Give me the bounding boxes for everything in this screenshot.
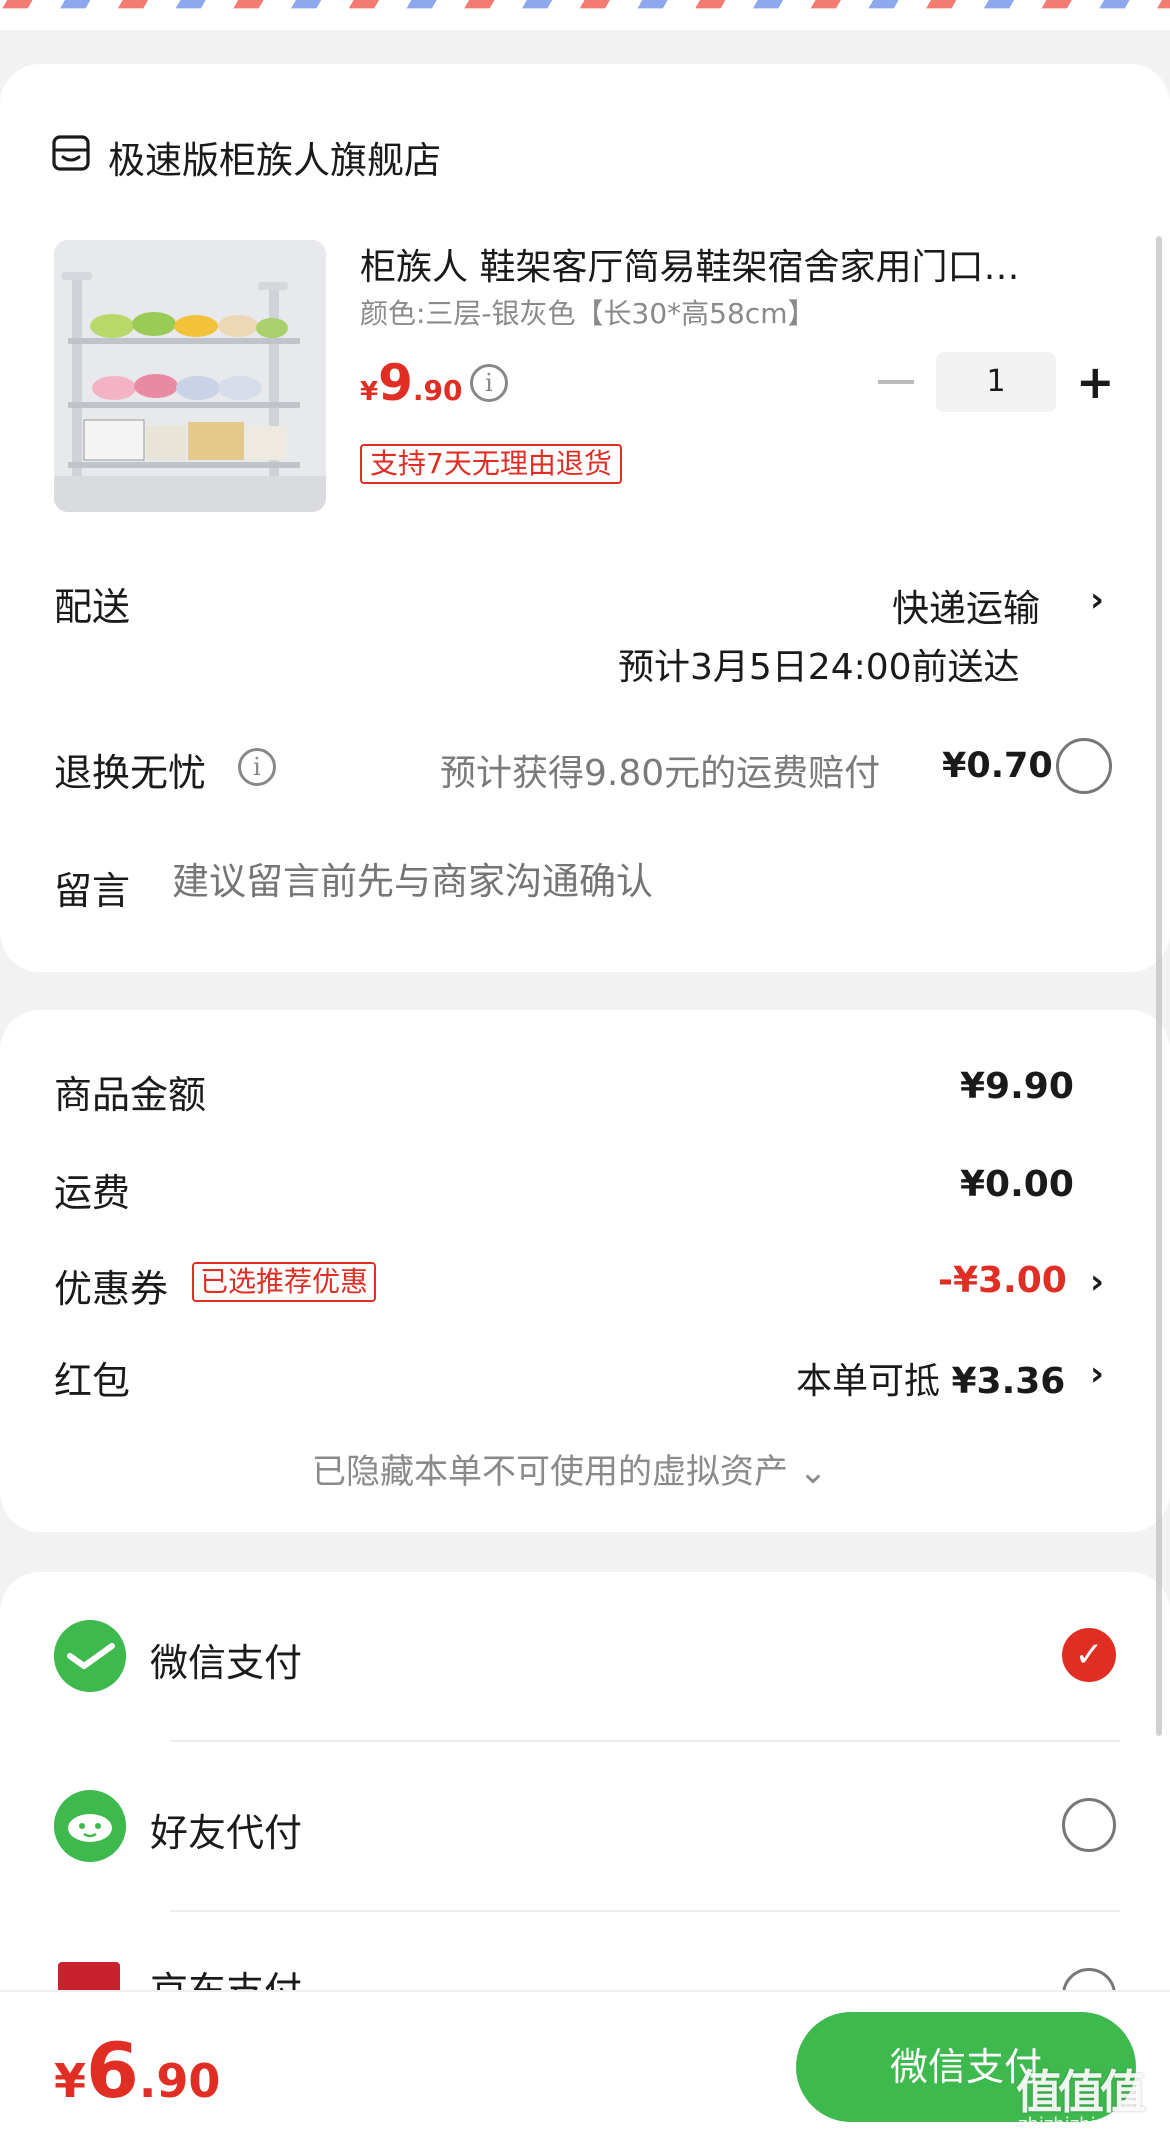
red-packet-amount: ¥3.36	[951, 1361, 1066, 1402]
return-policy-tag: 支持7天无理由退货	[360, 444, 622, 484]
friend-pay-icon	[54, 1790, 126, 1862]
watermark-logo: 值值值	[1016, 2065, 1146, 2119]
scrollbar[interactable]	[1156, 236, 1162, 1736]
refund-guarantee-radio[interactable]	[1056, 738, 1112, 794]
shipping-fee-label: 运费	[54, 1171, 131, 1215]
goods-amount-value: ¥9.90	[960, 1066, 1074, 1107]
price-decimal: .90	[412, 374, 463, 407]
message-label: 留言	[54, 869, 131, 913]
red-packet-prefix: 本单可抵	[796, 1361, 941, 1402]
goods-amount-label: 商品金额	[54, 1073, 207, 1117]
red-packet-value[interactable]: 本单可抵 ¥3.36	[796, 1352, 1065, 1404]
total-currency: ¥	[54, 2054, 87, 2108]
quantity-minus-icon[interactable]	[878, 380, 914, 384]
price-info-icon[interactable]: i	[470, 364, 508, 402]
total-price: ¥6.90	[54, 2026, 220, 2115]
coupon-recommended-tag: 已选推荐优惠	[192, 1262, 377, 1302]
delivery-method[interactable]: 快递运输	[892, 578, 1040, 632]
refund-price: ¥0.70	[942, 746, 1053, 786]
price-currency: ¥	[360, 377, 379, 407]
delivery-eta: 预计3月5日24:00前送达	[618, 647, 1020, 688]
airmail-stripe	[0, 0, 1170, 9]
wechat-pay-label[interactable]: 微信支付	[150, 1632, 302, 1687]
divider	[170, 1740, 1120, 1742]
divider	[170, 1910, 1120, 1912]
store-name[interactable]: 极速版柜族人旗舰店	[108, 130, 441, 184]
chevron-right-icon[interactable]: ›	[1090, 1262, 1104, 1302]
product-title[interactable]: 柜族人 鞋架客厅简易鞋架宿舍家用门口…	[360, 238, 1090, 290]
store-icon	[52, 135, 90, 171]
price-integer: 9	[378, 354, 413, 412]
message-input[interactable]	[172, 860, 1072, 903]
watermark-url: zhizhizhi.com	[1018, 2114, 1140, 2135]
wechat-pay-icon	[54, 1620, 126, 1692]
hidden-assets-toggle[interactable]: 已隐藏本单不可使用的虚拟资产 ⌄	[312, 1444, 827, 1493]
coupon-label[interactable]: 优惠券	[54, 1258, 168, 1313]
chevron-right-icon[interactable]: ›	[1090, 580, 1104, 620]
shipping-fee-value: ¥0.00	[960, 1164, 1074, 1205]
quantity-value[interactable]: 1	[936, 352, 1056, 412]
chevron-right-icon[interactable]: ›	[1090, 1354, 1104, 1394]
refund-guarantee-label: 退换无忧	[54, 751, 207, 795]
friend-pay-radio[interactable]	[1062, 1798, 1116, 1852]
refund-info-icon[interactable]: i	[238, 748, 276, 786]
refund-description: 预计获得9.80元的运费赔付	[440, 753, 881, 794]
quantity-plus-button[interactable]: +	[1076, 358, 1115, 406]
airmail-border	[0, 0, 1170, 30]
total-integer: 6	[86, 2026, 139, 2115]
product-spec[interactable]: 颜色:三层-银灰色【长30*高58cm】	[360, 292, 815, 332]
delivery-label: 配送	[54, 585, 131, 629]
product-image[interactable]	[54, 240, 326, 512]
total-decimal: .90	[138, 2054, 221, 2108]
shoe-rack-illustration	[54, 240, 326, 512]
friend-pay-label[interactable]: 好友代付	[150, 1802, 302, 1857]
coupon-value[interactable]: -¥3.00	[938, 1260, 1067, 1301]
order-card	[0, 64, 1170, 972]
red-packet-label[interactable]: 红包	[54, 1350, 130, 1405]
product-price: ¥9.90	[360, 354, 463, 412]
wechat-pay-check-icon[interactable]: ✓	[1062, 1628, 1116, 1682]
